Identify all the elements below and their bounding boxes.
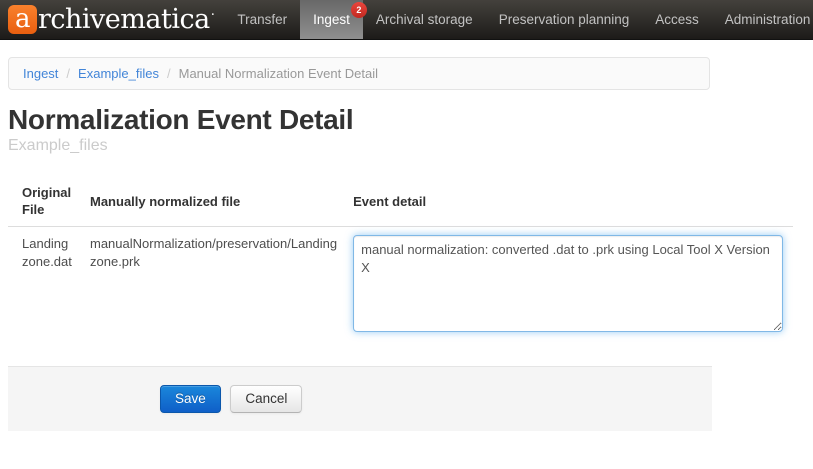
- page-subtitle: Example_files: [8, 137, 813, 155]
- top-navbar: archivematica. Transfer Ingest 2 Archiva…: [0, 0, 813, 40]
- form-actions-bar: Save Cancel: [8, 366, 712, 431]
- header-original-file: Original File: [8, 176, 82, 227]
- header-manually-normalized-file: Manually normalized file: [82, 176, 345, 227]
- breadcrumb-separator: /: [159, 66, 179, 81]
- archivematica-logo[interactable]: archivematica.: [0, 0, 224, 39]
- event-detail-textarea[interactable]: manual normalization: converted .dat to …: [353, 235, 783, 332]
- breadcrumb-link-ingest[interactable]: Ingest: [23, 66, 58, 81]
- page-header: Normalization Event Detail Example_files: [8, 105, 813, 155]
- nav-item-ingest-label: Ingest: [313, 12, 350, 27]
- save-button[interactable]: Save: [160, 385, 221, 413]
- nav-item-access[interactable]: Access: [642, 0, 712, 39]
- cell-normalized-file: manualNormalization/preservation/Landing…: [82, 227, 345, 346]
- page-title: Normalization Event Detail: [8, 105, 813, 135]
- nav-item-administration[interactable]: Administration: [712, 0, 813, 39]
- logo-text: rchivematica: [38, 0, 210, 40]
- header-event-detail: Event detail: [345, 176, 793, 227]
- nav-item-preservation-planning[interactable]: Preservation planning: [486, 0, 643, 39]
- nav-menu: Transfer Ingest 2 Archival storage Prese…: [224, 0, 813, 39]
- archivematica-a-icon: a: [8, 5, 37, 34]
- normalization-table: Original File Manually normalized file E…: [8, 176, 793, 345]
- table-row: Landing zone.dat manualNormalization/pre…: [8, 227, 793, 346]
- table-header-row: Original File Manually normalized file E…: [8, 176, 793, 227]
- nav-item-ingest[interactable]: Ingest 2: [300, 0, 363, 39]
- breadcrumb-current-page: Manual Normalization Event Detail: [179, 66, 378, 81]
- ingest-count-badge: 2: [351, 2, 367, 18]
- nav-item-archival-storage[interactable]: Archival storage: [363, 0, 486, 39]
- nav-item-transfer[interactable]: Transfer: [224, 0, 300, 39]
- main-content: Ingest / Example_files / Manual Normaliz…: [8, 57, 813, 431]
- cancel-button[interactable]: Cancel: [230, 385, 302, 413]
- breadcrumb: Ingest / Example_files / Manual Normaliz…: [8, 57, 710, 90]
- breadcrumb-separator: /: [58, 66, 78, 81]
- cell-original-file: Landing zone.dat: [8, 227, 82, 346]
- logo-dot: .: [211, 0, 215, 39]
- cell-event-detail: manual normalization: converted .dat to …: [345, 227, 793, 346]
- breadcrumb-link-example-files[interactable]: Example_files: [78, 66, 159, 81]
